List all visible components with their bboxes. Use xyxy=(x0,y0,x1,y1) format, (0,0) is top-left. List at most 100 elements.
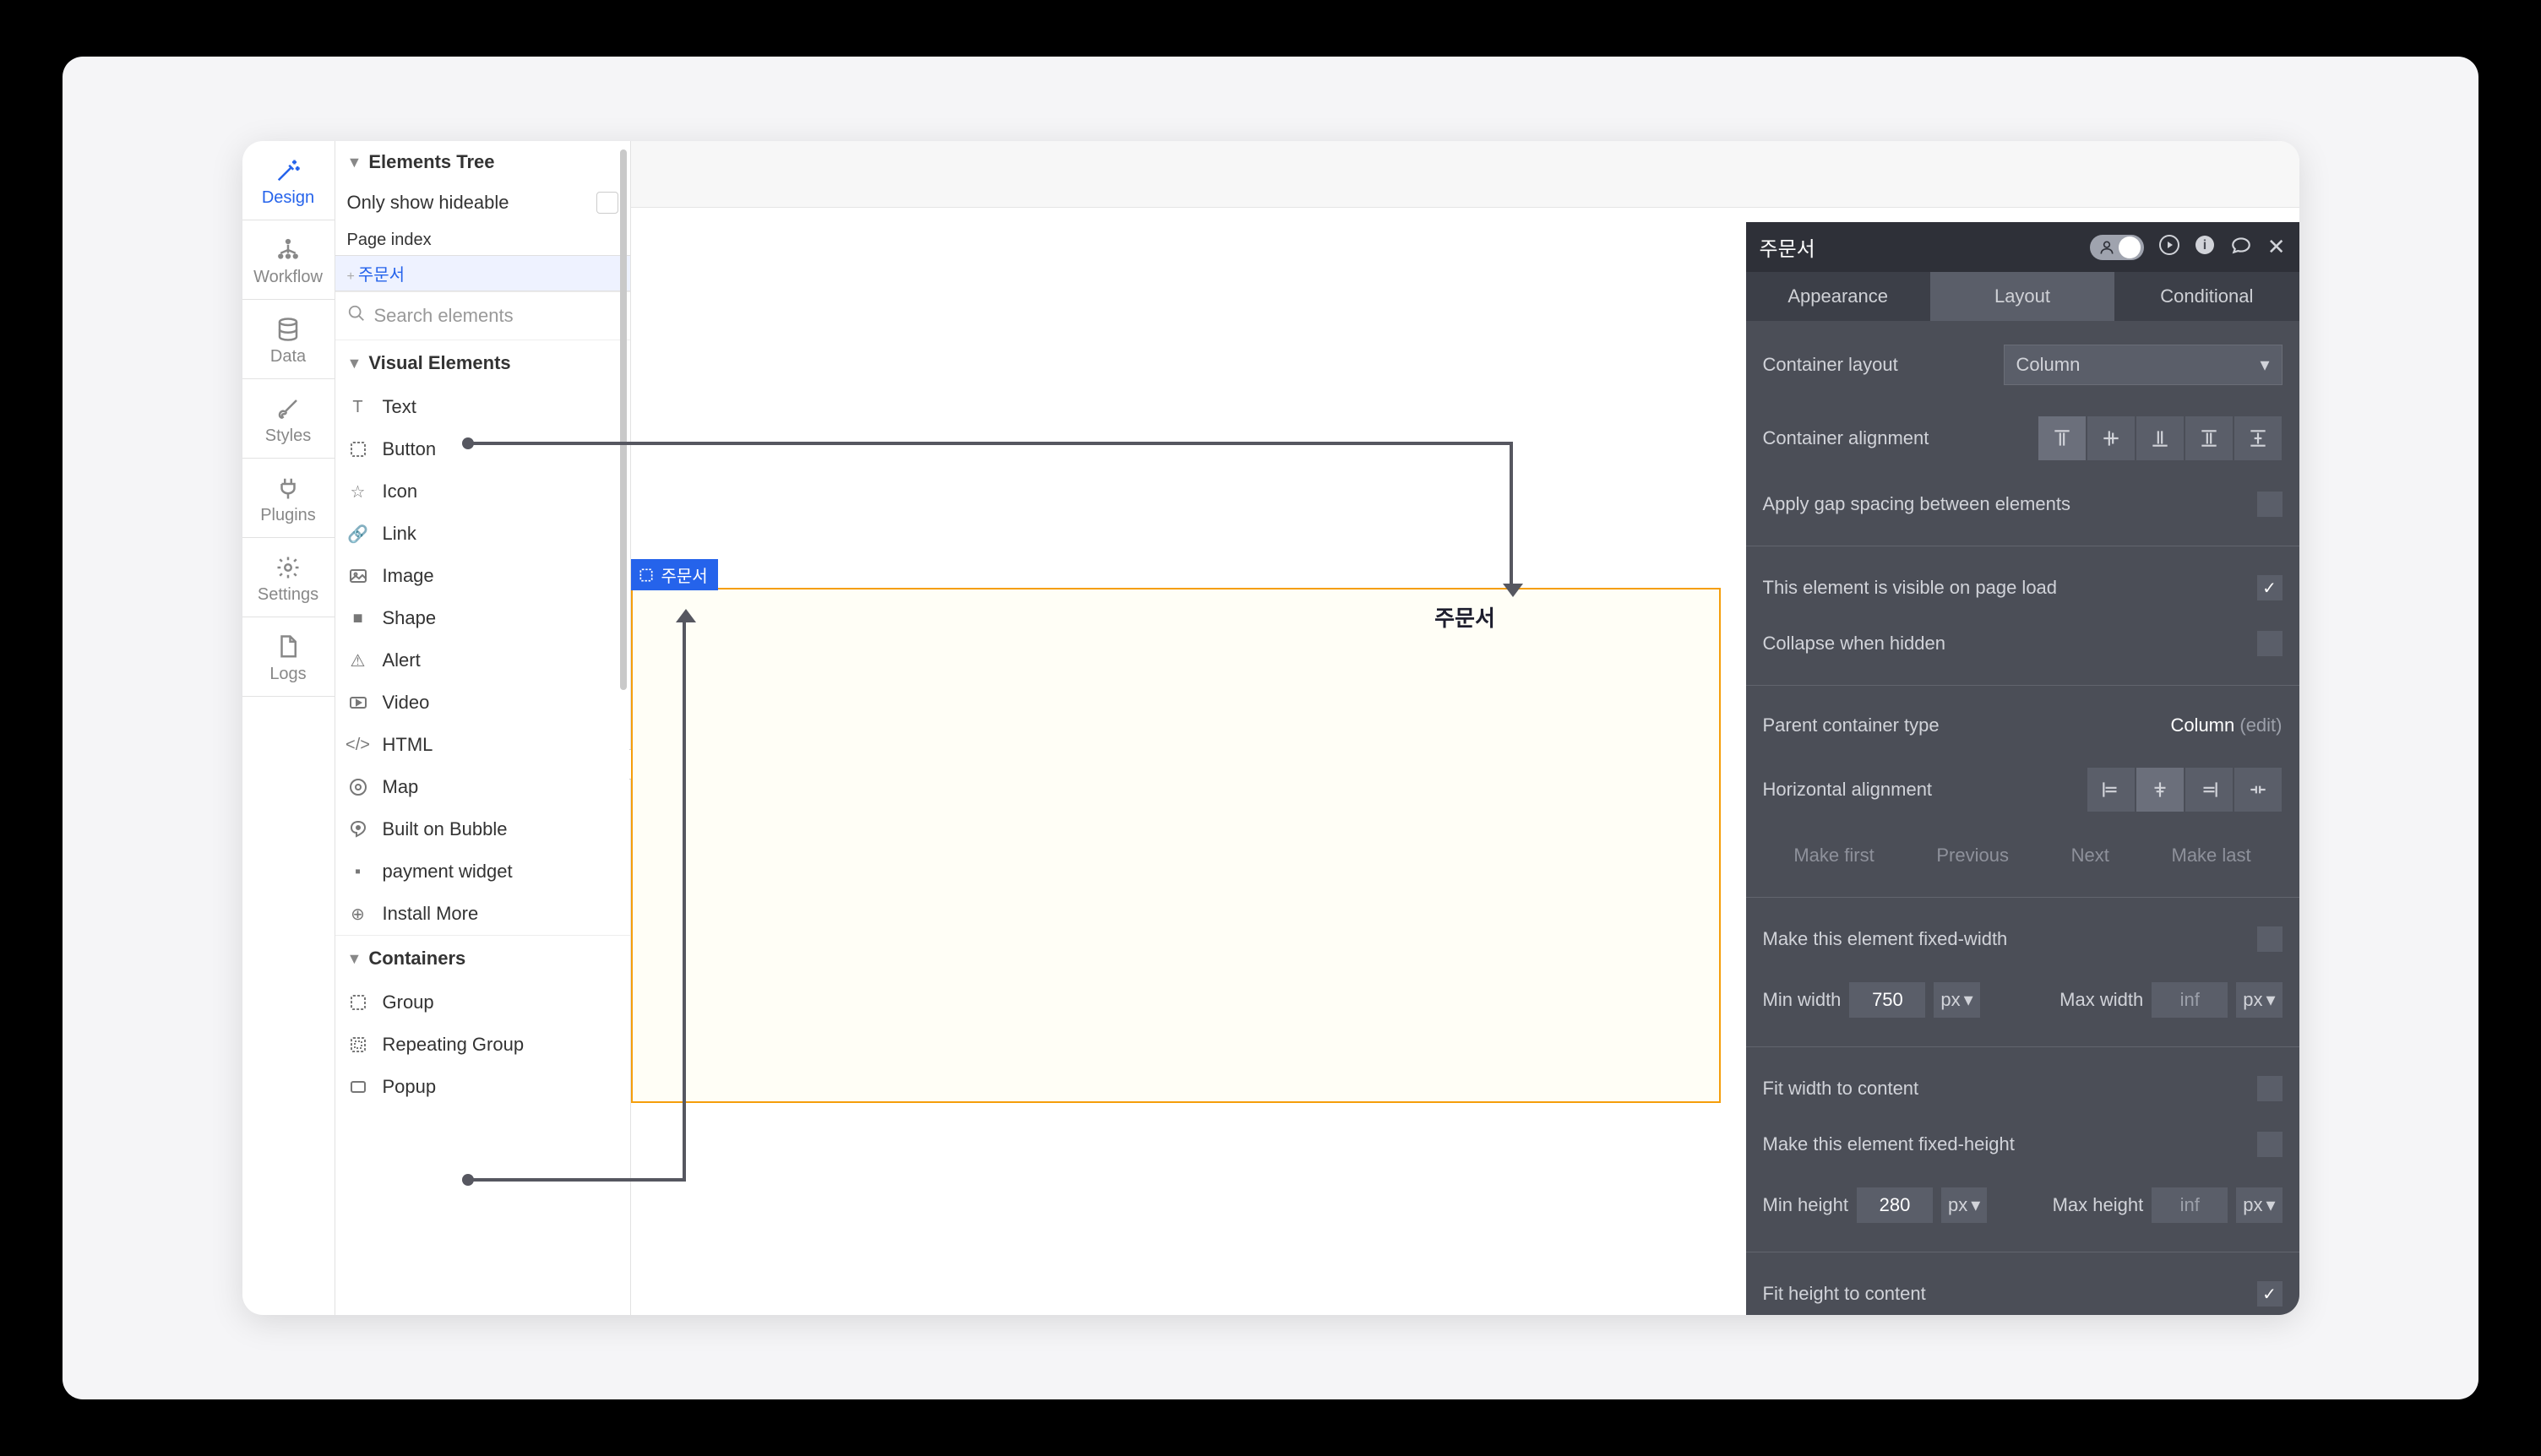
bubble-icon xyxy=(347,819,369,839)
caret-down-icon: ▼ xyxy=(347,355,362,372)
min-height-input[interactable]: 280 xyxy=(1857,1187,1933,1223)
close-icon[interactable]: ✕ xyxy=(2267,234,2286,260)
database-icon xyxy=(275,317,301,342)
repeating-group-icon xyxy=(347,1035,369,1055)
containers-header[interactable]: ▼ Containers xyxy=(335,935,630,981)
nav-item-workflow[interactable]: Workflow xyxy=(242,220,335,300)
element-link[interactable]: 🔗Link xyxy=(335,513,630,555)
nav-label: Settings xyxy=(258,585,318,605)
visual-elements-header[interactable]: ▼ Visual Elements xyxy=(335,340,630,386)
align-bottom-icon[interactable] xyxy=(2136,416,2185,461)
nav-label: Styles xyxy=(265,426,311,446)
selected-element-tag[interactable]: 주문서 xyxy=(631,559,718,590)
plug-icon xyxy=(275,475,301,501)
popup-icon xyxy=(347,1077,369,1097)
label-container-layout: Container layout xyxy=(1763,354,1898,376)
search-elements[interactable]: Search elements xyxy=(335,291,630,340)
element-shape[interactable]: ■Shape xyxy=(335,597,630,639)
elements-tree-header[interactable]: ▼ Elements Tree xyxy=(335,141,630,183)
collapse-checkbox[interactable] xyxy=(2257,631,2283,656)
max-width-input[interactable]: inf xyxy=(2152,982,2228,1018)
only-show-hideable-checkbox[interactable] xyxy=(596,192,618,214)
make-first-button[interactable]: Make first xyxy=(1793,845,1874,867)
container-layout-select[interactable]: Column ▾ xyxy=(2004,345,2283,385)
min-height-unit[interactable]: px▾ xyxy=(1941,1187,1987,1223)
info-icon[interactable]: i xyxy=(2195,235,2215,260)
label-fit-height: Fit height to content xyxy=(1763,1283,1926,1305)
element-text[interactable]: TText xyxy=(335,386,630,428)
search-placeholder: Search elements xyxy=(374,305,514,327)
fixed-width-checkbox[interactable] xyxy=(2257,926,2283,952)
element-repeating-group[interactable]: Repeating Group xyxy=(335,1024,630,1066)
play-icon[interactable] xyxy=(2159,235,2179,260)
label-max-height: Max height xyxy=(2053,1194,2144,1216)
element-group[interactable]: Group xyxy=(335,981,630,1024)
nav-label: Data xyxy=(270,347,306,367)
align-stretch-icon[interactable] xyxy=(2185,416,2234,461)
annotation-line xyxy=(469,442,1513,445)
chevron-down-icon: ▾ xyxy=(2266,1194,2275,1216)
gap-checkbox[interactable] xyxy=(2257,492,2283,517)
element-video[interactable]: Video xyxy=(335,682,630,724)
max-width-unit[interactable]: px▾ xyxy=(2236,982,2282,1018)
visible-checkbox[interactable] xyxy=(2257,575,2283,600)
nav-item-data[interactable]: Data xyxy=(242,300,335,379)
fit-width-checkbox[interactable] xyxy=(2257,1076,2283,1101)
element-install-more[interactable]: ⊕Install More xyxy=(335,893,630,935)
element-tag-label: 주문서 xyxy=(661,562,708,587)
responsive-toggle[interactable] xyxy=(2090,235,2144,260)
comment-icon[interactable] xyxy=(2230,234,2252,261)
tab-appearance[interactable]: Appearance xyxy=(1746,272,1930,321)
min-width-unit[interactable]: px▾ xyxy=(1934,982,1979,1018)
previous-button[interactable]: Previous xyxy=(1936,845,2009,867)
only-show-hideable-label: Only show hideable xyxy=(347,192,509,214)
nav-item-styles[interactable]: Styles xyxy=(242,379,335,459)
nav-item-design[interactable]: Design xyxy=(242,141,335,220)
nav-item-plugins[interactable]: Plugins xyxy=(242,459,335,538)
min-width-input[interactable]: 750 xyxy=(1849,982,1925,1018)
tree-node-page[interactable]: Page index xyxy=(335,225,630,255)
halign-center-icon[interactable] xyxy=(2136,767,2185,812)
tab-conditional[interactable]: Conditional xyxy=(2114,272,2299,321)
element-button[interactable]: Button xyxy=(335,428,630,470)
element-map[interactable]: Map xyxy=(335,766,630,808)
element-html[interactable]: </>HTML xyxy=(335,724,630,766)
element-payment-widget[interactable]: ▪payment widget xyxy=(335,850,630,893)
tree-node-selected[interactable]: +주문서 xyxy=(335,255,630,291)
make-last-button[interactable]: Make last xyxy=(2172,845,2251,867)
next-button[interactable]: Next xyxy=(2071,845,2109,867)
nav-label: Plugins xyxy=(260,506,316,525)
halign-left-icon[interactable] xyxy=(2087,767,2136,812)
square-icon: ▪ xyxy=(347,862,369,882)
chevron-down-icon: ▾ xyxy=(1964,989,1973,1011)
halign-stretch-icon[interactable] xyxy=(2234,767,2283,812)
nav-item-logs[interactable]: Logs xyxy=(242,617,335,697)
align-space-icon[interactable] xyxy=(2234,416,2283,461)
align-vcenter-icon[interactable] xyxy=(2087,416,2136,461)
html-icon: </> xyxy=(347,736,369,755)
element-alert[interactable]: ⚠Alert xyxy=(335,639,630,682)
align-top-icon[interactable] xyxy=(2038,416,2087,461)
file-icon xyxy=(275,634,301,660)
annotation-line xyxy=(683,621,686,1182)
scrollbar-thumb[interactable] xyxy=(620,149,627,690)
fixed-height-checkbox[interactable] xyxy=(2257,1132,2283,1157)
halign-right-icon[interactable] xyxy=(2185,767,2234,812)
tab-layout[interactable]: Layout xyxy=(1930,272,2114,321)
selected-element-outline[interactable] xyxy=(631,588,1721,1103)
nav-label: Logs xyxy=(269,665,306,684)
elements-sidebar: ▼ Elements Tree Only show hideable Page … xyxy=(335,141,631,1315)
label-min-height: Min height xyxy=(1763,1194,1849,1216)
max-height-unit[interactable]: px▾ xyxy=(2236,1187,2282,1223)
annotation-line xyxy=(469,1178,686,1182)
element-popup[interactable]: Popup xyxy=(335,1066,630,1108)
shape-icon: ■ xyxy=(347,609,369,628)
fit-height-checkbox[interactable] xyxy=(2257,1281,2283,1307)
max-height-input[interactable]: inf xyxy=(2152,1187,2228,1223)
parent-edit-link[interactable]: (edit) xyxy=(2239,714,2282,736)
element-icon[interactable]: ☆Icon xyxy=(335,470,630,513)
label-fixed-height: Make this element fixed-height xyxy=(1763,1133,2015,1155)
nav-item-settings[interactable]: Settings xyxy=(242,538,335,617)
element-bubble[interactable]: Built on Bubble xyxy=(335,808,630,850)
element-image[interactable]: Image xyxy=(335,555,630,597)
